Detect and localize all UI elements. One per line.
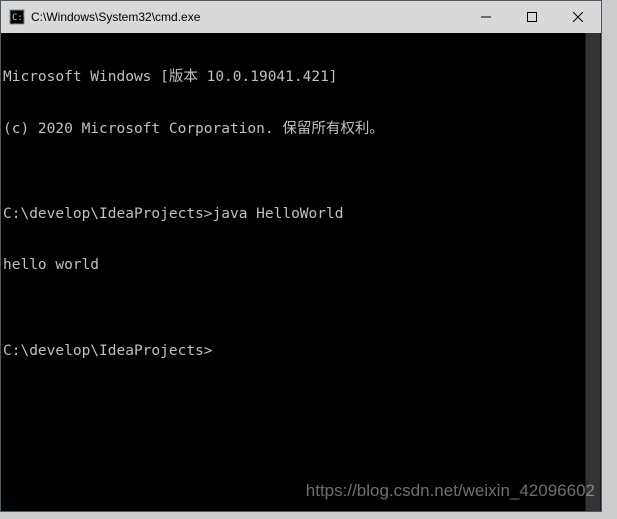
minimize-button[interactable] <box>463 1 509 33</box>
terminal-line: hello world <box>3 257 601 274</box>
window-title: C:\Windows\System32\cmd.exe <box>31 10 463 24</box>
scrollbar-thumb[interactable] <box>586 33 600 511</box>
vertical-scrollbar[interactable] <box>585 33 601 511</box>
titlebar[interactable]: C:\ C:\Windows\System32\cmd.exe <box>1 1 601 33</box>
window-controls <box>463 1 601 33</box>
cmd-icon: C:\ <box>9 9 25 25</box>
close-button[interactable] <box>555 1 601 33</box>
terminal-line: C:\develop\IdeaProjects> <box>3 343 601 360</box>
terminal-line: (c) 2020 Microsoft Corporation. 保留所有权利。 <box>3 121 601 138</box>
maximize-button[interactable] <box>509 1 555 33</box>
terminal-line: C:\develop\IdeaProjects>java HelloWorld <box>3 206 601 223</box>
terminal-line: Microsoft Windows [版本 10.0.19041.421] <box>3 69 601 86</box>
terminal-output[interactable]: Microsoft Windows [版本 10.0.19041.421] (c… <box>1 33 601 511</box>
svg-text:C:\: C:\ <box>12 13 25 23</box>
cmd-window: C:\ C:\Windows\System32\cmd.exe Microsof… <box>0 0 602 512</box>
